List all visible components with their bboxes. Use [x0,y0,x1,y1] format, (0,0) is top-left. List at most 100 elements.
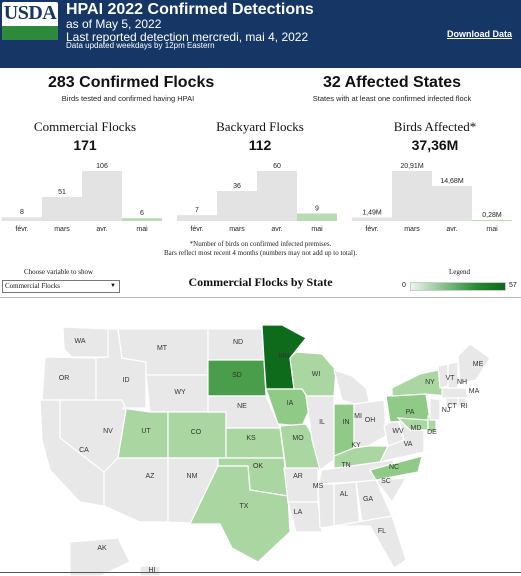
x-tick-label: mars [229,226,245,233]
us-choropleth-map[interactable]: WAMTNDMNOR IDWYSD WINYMEVTNHMACT RINE IAMIPA… [0,300,521,576]
birds-affected-title: Birds Affected* [393,119,477,134]
state-label-WV: WV [392,428,404,435]
legend-max: 57 [509,282,517,289]
bar-value-label: 9 [315,206,319,213]
state-label-AL: AL [340,491,349,498]
note-birds: *Number of birds on confirmed infected p… [189,240,332,248]
bar-avr.[interactable] [257,171,297,221]
x-tick-label: avr. [271,226,282,233]
bar-mars[interactable] [217,191,257,221]
affected-states-caption: States with at least one confirmed infec… [312,94,472,103]
bar-avr.[interactable] [432,185,472,221]
state-label-WI: WI [312,371,321,378]
state-PA[interactable] [385,393,431,423]
state-WA[interactable] [62,326,111,358]
state-NJ[interactable] [429,397,441,421]
bar-value-label: 36 [233,183,241,190]
state-label-SD: SD [232,372,242,379]
state-label-LA: LA [294,509,303,516]
state-label-TN: TN [341,462,350,469]
state-label-VA: VA [404,441,413,448]
header-bar: USDA HPAI 2022 Confirmed Detections as o… [0,0,521,68]
state-label-KS: KS [246,435,256,442]
usda-logo-text: USDA [3,2,57,24]
state-label-TX: TX [240,503,249,510]
state-label-IN: IN [343,419,350,426]
state-label-IA: IA [287,400,294,407]
state-label-RI: RI [461,403,468,410]
state-label-AZ: AZ [146,473,156,480]
bar-value-label: 1,49M [362,209,382,216]
confirmed-flocks-total: 283 Confirmed Flocks [48,74,215,91]
state-KS[interactable] [225,427,285,459]
state-label-CO: CO [191,429,202,436]
x-tick-label: févr. [15,226,28,233]
commercial-flocks-chart: 8 févr. 51 mars 106 avr. 6 mai [2,163,162,233]
x-tick-label: févr. [190,226,203,233]
state-label-PA: PA [406,409,415,416]
state-AL[interactable] [333,481,361,527]
bar-mai[interactable] [122,218,162,221]
state-MA[interactable] [441,387,469,399]
backyard-flocks-total: 112 [248,137,272,153]
x-tick-label: mai [486,226,498,233]
bar-value-label: 14,68M [440,178,464,185]
birds-affected-total: 37,36M [411,137,459,153]
state-MS[interactable] [317,483,335,529]
bar-value-label: 0,28M [482,212,502,219]
state-label-CA: CA [79,447,89,454]
bar-févr.[interactable] [2,217,42,221]
usda-logo-swoosh [2,26,58,40]
affected-states-total: 32 Affected States [322,74,462,91]
legend-label: Legend [449,268,470,276]
bottom-scrollbar-line[interactable] [0,572,521,573]
state-label-VT: VT [446,375,456,382]
state-label-WY: WY [174,389,186,396]
state-label-DE: DE [427,429,437,436]
bar-mars[interactable] [392,171,432,221]
x-tick-label: mai [136,226,148,233]
x-tick-label: avr. [96,226,107,233]
state-label-MT: MT [157,345,168,352]
state-label-MO: MO [292,435,304,442]
state-label-MN: MN [279,353,290,360]
x-tick-label: mai [311,226,323,233]
bar-value-label: 20,91M [400,163,424,170]
x-tick-label: mars [404,226,420,233]
bar-avr.[interactable] [82,171,122,221]
state-label-GA: GA [363,496,373,503]
commercial-flocks-total: 171 [73,137,97,153]
download-data-link[interactable]: Download Data [447,29,512,39]
update-note: Data updated weekdays by 12pm Eastern [66,41,215,50]
state-label-WA: WA [74,338,85,345]
as-of-date: as of May 5, 2022 [66,17,162,31]
bar-févr.[interactable] [177,215,217,221]
bar-févr.[interactable] [352,217,392,221]
note-bars: Bars reflect most recent 4 months (numbe… [163,249,358,257]
state-label-MI: MI [354,413,362,420]
x-tick-label: févr. [365,226,378,233]
backyard-flocks-chart: 7 févr. 36 mars 60 avr. 9 mai [177,163,337,233]
bar-value-label: 51 [58,189,66,196]
usda-logo: USDA [2,2,58,40]
state-label-MA: MA [469,388,480,395]
bar-value-label: 60 [273,163,281,170]
x-tick-label: avr. [446,226,457,233]
state-label-NM: NM [187,473,198,480]
bar-value-label: 8 [20,209,24,216]
state-label-OK: OK [253,463,263,470]
state-label-ID: ID [123,377,130,384]
legend-min: 0 [402,282,406,289]
state-label-ME: ME [473,361,484,368]
bar-mai[interactable] [297,213,337,222]
bar-mars[interactable] [42,196,82,221]
state-label-NE: NE [237,403,247,410]
state-label-NC: NC [389,464,399,471]
bar-mai[interactable] [472,220,512,221]
state-label-NH: NH [457,379,467,386]
state-label-MD: MD [411,425,422,432]
bar-value-label: 6 [140,210,144,217]
state-label-OR: OR [59,375,70,382]
state-label-AR: AR [293,473,303,480]
section-divider [0,297,521,298]
